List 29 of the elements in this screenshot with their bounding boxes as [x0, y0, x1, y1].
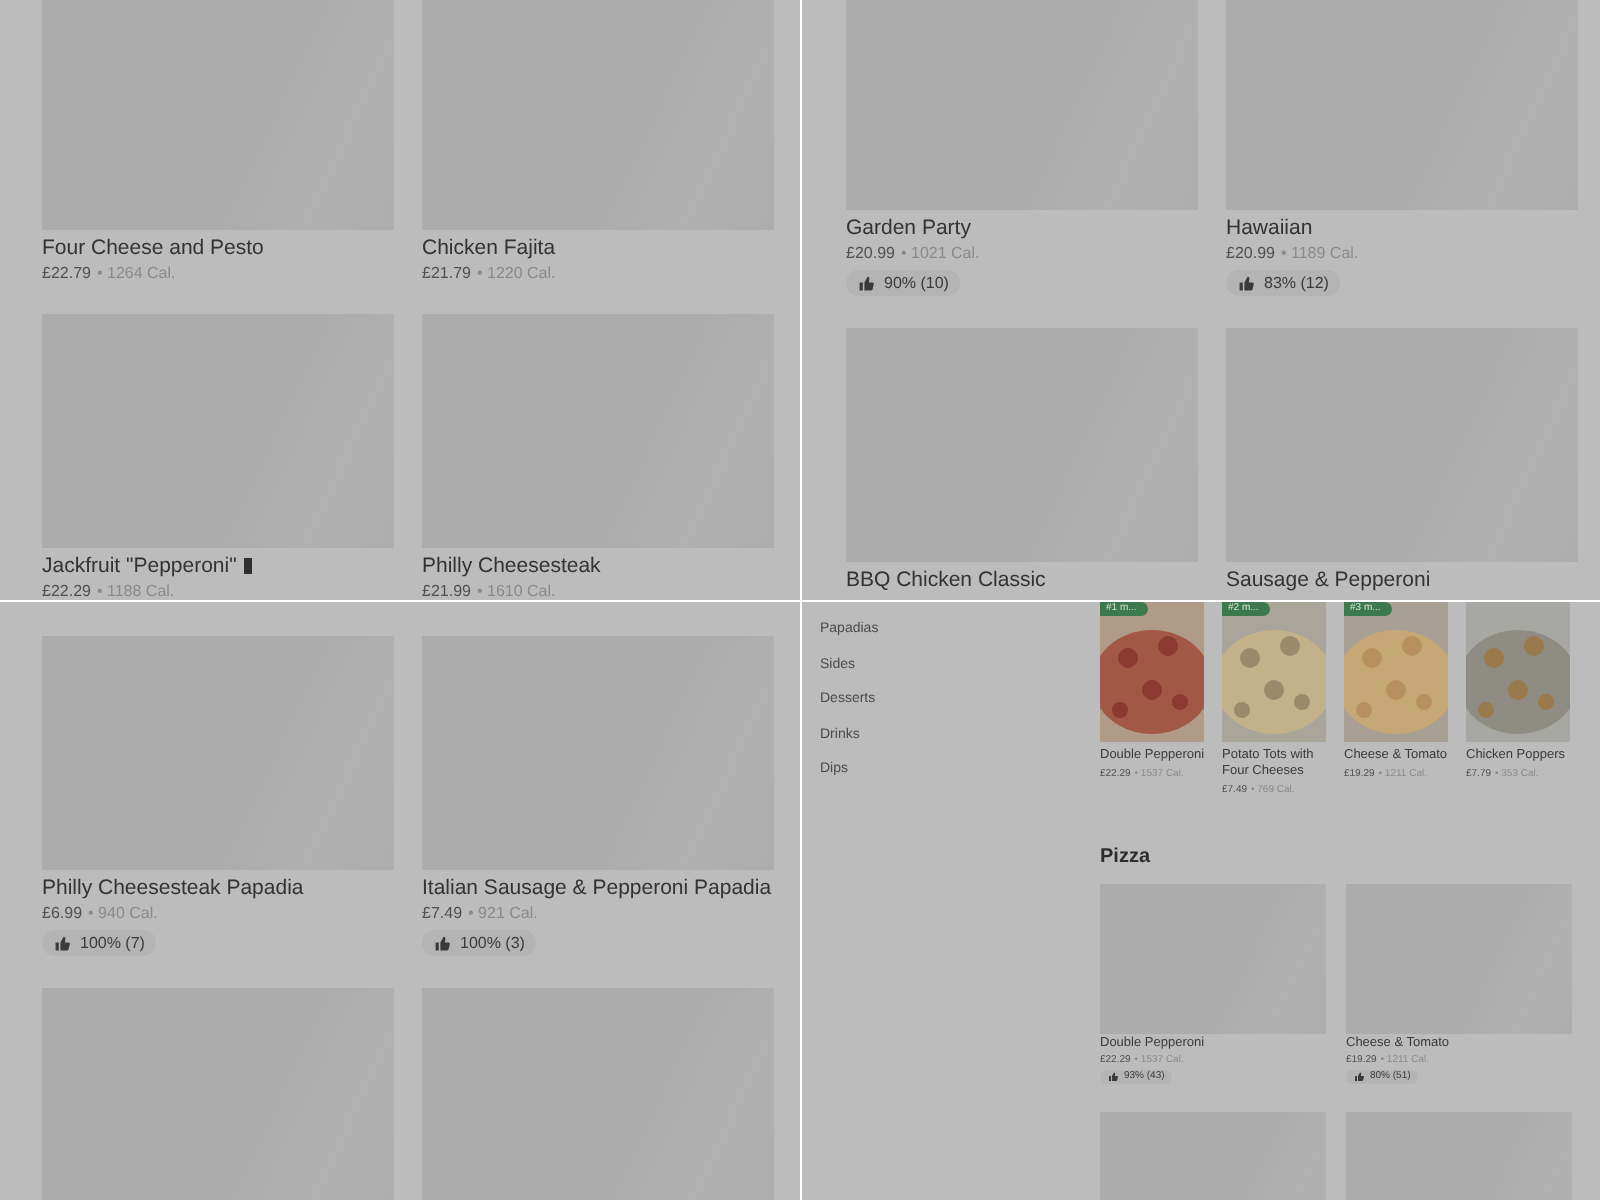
price: £22.29 [42, 582, 91, 600]
rating-badge: 100% (3) [422, 930, 537, 956]
price: £21.79 [422, 264, 471, 284]
thumbs-up-icon [1238, 275, 1254, 291]
price: £20.99 [1226, 244, 1275, 264]
dish-name[interactable]: Philly Cheesesteak [422, 554, 601, 578]
dish-name[interactable]: Jackfruit "Pepperoni" [42, 554, 237, 578]
rating-badge: 100% (7) [42, 930, 157, 956]
dish-name[interactable]: BBQ Chicken Classic [846, 568, 1046, 592]
thumbs-up-icon [54, 935, 70, 951]
dish-name[interactable]: Hawaiian [1226, 216, 1313, 240]
dish-name[interactable]: Sausage & Pepperoni [1226, 568, 1431, 592]
price: £22.79 [42, 264, 91, 284]
price: £6.99 [42, 904, 83, 924]
thumbs-up-icon [1108, 1072, 1118, 1082]
rating-badge: 90% (10) [846, 270, 961, 296]
dish-name[interactable]: Philly Cheesesteak Papadia [42, 876, 304, 900]
dish-name[interactable]: Chicken Fajita [422, 236, 556, 260]
price: £20.99 [846, 244, 895, 264]
dish-name[interactable]: Garden Party [846, 216, 971, 240]
thumbs-up-icon [858, 275, 874, 291]
price: £7.49 [422, 904, 463, 924]
dish-name[interactable]: Italian Sausage & Pepperoni Papadia [422, 876, 772, 900]
section-heading: Pizza [1100, 846, 1151, 870]
thumbs-up-icon [1354, 1072, 1364, 1082]
dish-name[interactable]: Four Cheese and Pesto [42, 236, 264, 260]
thumbs-up-icon [434, 935, 450, 951]
rating-badge: 83% (12) [1226, 270, 1341, 296]
price: £21.99 [422, 582, 471, 600]
